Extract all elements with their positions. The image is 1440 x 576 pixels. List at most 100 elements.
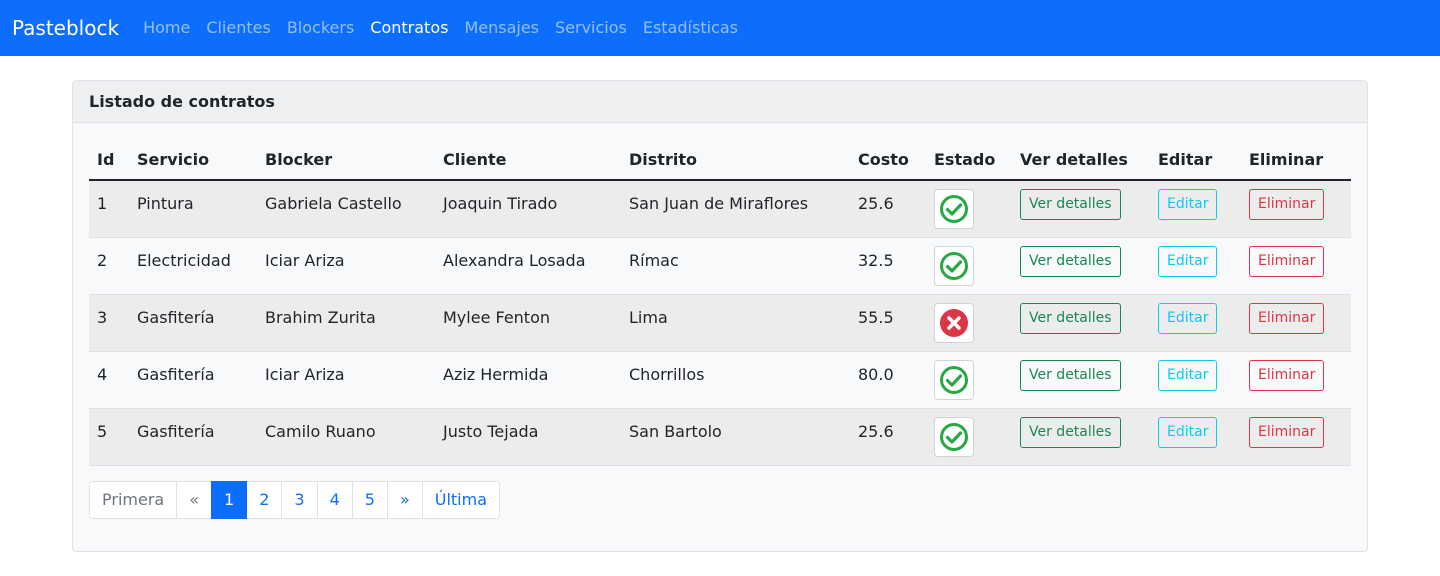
cell-servicio: Pintura [129, 180, 257, 238]
status-indicator [934, 302, 974, 343]
nav-link-clientes[interactable]: Clientes [206, 0, 271, 56]
page-item[interactable]: 4 [316, 481, 353, 519]
check-icon [940, 365, 968, 394]
header-cliente: Cliente [435, 139, 621, 181]
cell-servicio: Gasfitería [129, 294, 257, 352]
brand-link[interactable]: Pasteblock [12, 0, 119, 56]
cell-estado [926, 351, 1012, 409]
nav-link-mensajes[interactable]: Mensajes [464, 0, 539, 56]
page-item[interactable]: « [176, 481, 212, 519]
cell-eliminar: Eliminar [1241, 237, 1351, 295]
pagination: Primera «1 2 3 4 5» Última [89, 481, 500, 519]
cell-blocker: Iciar Ariza [257, 237, 435, 295]
nav-link-home[interactable]: Home [143, 0, 190, 56]
cell-editar: Editar [1150, 351, 1241, 409]
cell-servicio: Electricidad [129, 237, 257, 295]
ver-detalles-button[interactable]: Ver detalles [1020, 416, 1121, 448]
nav-link-contratos[interactable]: Contratos [370, 0, 448, 56]
cell-ver: Ver detalles [1012, 294, 1150, 352]
cell-editar: Editar [1150, 180, 1241, 238]
table-row: 2 Electricidad Iciar Ariza Alexandra Losada… [89, 237, 1351, 295]
cell-id: 3 [89, 294, 129, 352]
cell-estado [926, 294, 1012, 352]
cell-id: 1 [89, 180, 129, 238]
page-item[interactable]: 3 [281, 481, 318, 519]
editar-button[interactable]: Editar [1158, 189, 1218, 220]
cell-ver: Ver detalles [1012, 237, 1150, 295]
cell-editar: Editar [1150, 294, 1241, 352]
cell-eliminar: Eliminar [1241, 180, 1351, 238]
check-icon [940, 422, 968, 451]
cell-ver: Ver detalles [1012, 180, 1150, 238]
ver-detalles-button[interactable]: Ver detalles [1020, 359, 1121, 391]
cell-costo: 55.5 [850, 294, 926, 352]
editar-button[interactable]: Editar [1158, 359, 1218, 391]
cell-distrito: San Bartolo [621, 408, 850, 466]
header-id: Id [89, 139, 129, 181]
ver-detalles-button[interactable]: Ver detalles [1020, 189, 1121, 220]
table-row: 3 Gasfitería Brahim Zurita Mylee Fenton Lima… [89, 294, 1351, 352]
editar-button[interactable]: Editar [1158, 416, 1218, 448]
cell-ver: Ver detalles [1012, 408, 1150, 466]
status-indicator [934, 416, 974, 457]
eliminar-button[interactable]: Eliminar [1249, 189, 1325, 220]
cell-editar: Editar [1150, 237, 1241, 295]
page-item[interactable]: 1 [211, 481, 248, 519]
cell-cliente: Mylee Fenton [435, 294, 621, 352]
cell-costo: 25.6 [850, 408, 926, 466]
cell-servicio: Gasfitería [129, 408, 257, 466]
table-row: 1 Pintura Gabriela Castello Joaquin Tirado S… [89, 180, 1351, 238]
header-ver-detalles: Ver detalles [1012, 139, 1150, 181]
nav-link-servicios[interactable]: Servicios [555, 0, 627, 56]
eliminar-button[interactable]: Eliminar [1249, 245, 1325, 277]
cell-editar: Editar [1150, 408, 1241, 466]
cell-id: 4 [89, 351, 129, 409]
page-item[interactable]: 5 [351, 481, 388, 519]
editar-button[interactable]: Editar [1158, 302, 1218, 334]
page-item[interactable]: Primera [89, 481, 178, 519]
cell-costo: 80.0 [850, 351, 926, 409]
check-icon [940, 195, 968, 223]
cell-costo: 25.6 [850, 180, 926, 238]
cell-estado [926, 408, 1012, 466]
nav-links: Home Clientes Blockers Contratos Mensaje… [143, 0, 754, 56]
cell-cliente: Joaquin Tirado [435, 180, 621, 238]
cell-distrito: San Juan de Miraflores [621, 180, 850, 238]
card-title: Listado de contratos [73, 81, 1367, 123]
cell-blocker: Gabriela Castello [257, 180, 435, 238]
cell-eliminar: Eliminar [1241, 408, 1351, 466]
top-navbar: Pasteblock Home Clientes Blockers Contra… [0, 0, 1440, 56]
cell-blocker: Brahim Zurita [257, 294, 435, 352]
cell-blocker: Camilo Ruano [257, 408, 435, 466]
header-editar: Editar [1150, 139, 1241, 181]
page-item[interactable]: Última [421, 481, 500, 519]
table-row: 5 Gasfitería Camilo Ruano Justo Tejada San B… [89, 408, 1351, 466]
cell-estado [926, 180, 1012, 238]
table-header: Id Servicio Blocker Cliente Distrito Cos… [89, 139, 1351, 181]
cell-ver: Ver detalles [1012, 351, 1150, 409]
status-indicator [934, 189, 974, 229]
ver-detalles-button[interactable]: Ver detalles [1020, 245, 1121, 277]
cell-blocker: Iciar Ariza [257, 351, 435, 409]
header-servicio: Servicio [129, 139, 257, 181]
cell-costo: 32.5 [850, 237, 926, 295]
page-item[interactable]: 2 [246, 481, 283, 519]
cell-distrito: Chorrillos [621, 351, 850, 409]
cell-servicio: Gasfitería [129, 351, 257, 409]
nav-link-blockers[interactable]: Blockers [287, 0, 354, 56]
cell-id: 2 [89, 237, 129, 295]
cell-cliente: Alexandra Losada [435, 237, 621, 295]
cell-cliente: Aziz Hermida [435, 351, 621, 409]
eliminar-button[interactable]: Eliminar [1249, 416, 1325, 448]
editar-button[interactable]: Editar [1158, 245, 1218, 277]
status-indicator [934, 359, 974, 400]
page-item[interactable]: » [386, 481, 423, 519]
table-row: 4 Gasfitería Iciar Ariza Aziz Hermida Chorri… [89, 351, 1351, 409]
nav-link-estadisticas[interactable]: Estadísticas [643, 0, 738, 56]
ver-detalles-button[interactable]: Ver detalles [1020, 302, 1121, 334]
cell-estado [926, 237, 1012, 295]
status-indicator [934, 245, 974, 286]
eliminar-button[interactable]: Eliminar [1249, 302, 1325, 334]
eliminar-button[interactable]: Eliminar [1249, 359, 1325, 391]
cell-distrito: Rímac [621, 237, 850, 295]
